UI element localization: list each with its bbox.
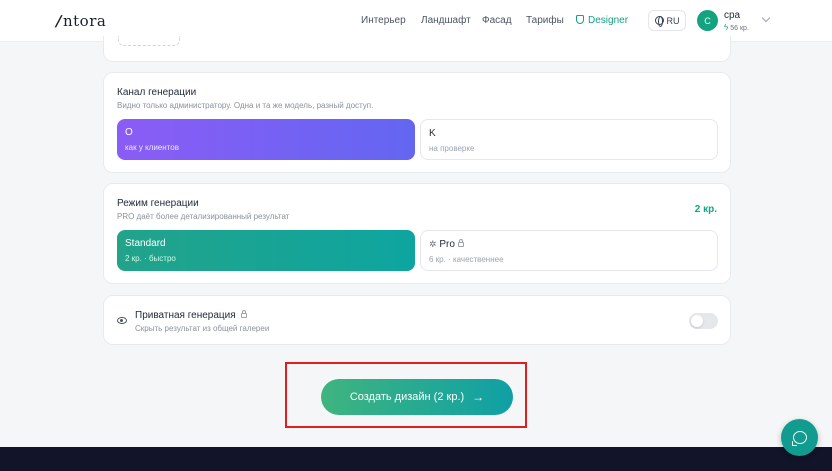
channel-option-o[interactable]: O как у клиентов xyxy=(117,119,415,160)
logo-text: ntora xyxy=(62,12,107,30)
channel-option-sub: как у клиентов xyxy=(125,143,179,152)
globe-icon xyxy=(654,16,664,27)
create-design-button[interactable]: Создать дизайн (2 кр.) → xyxy=(321,379,513,415)
private-card: Приватная генерация Скрыть результат из … xyxy=(103,295,731,345)
chat-bubble-icon xyxy=(791,431,807,446)
mode-price: 2 кр. xyxy=(694,204,717,215)
mode-option-pro[interactable]: ✲ Pro 6 кр. · качественнее xyxy=(420,230,718,271)
mode-option-title: Pro xyxy=(439,239,455,250)
avatar[interactable]: C xyxy=(697,10,718,31)
private-title: Приватная генерация xyxy=(135,310,236,321)
channel-option-title: O xyxy=(125,127,133,138)
private-subtitle: Скрыть результат из общей галереи xyxy=(135,324,270,333)
lightning-icon: ϟ xyxy=(724,23,729,32)
footer xyxy=(0,447,832,471)
mode-option-title-row: ✲ Pro xyxy=(429,239,709,250)
logo[interactable]: /ntora xyxy=(54,12,107,30)
mode-option-sub: 2 кр. · быстро xyxy=(125,254,176,263)
channel-title: Канал генерации xyxy=(117,87,197,98)
channel-option-k[interactable]: K на проверке xyxy=(420,119,718,160)
nav-facade[interactable]: Фасад xyxy=(482,15,512,26)
channel-option-title: K xyxy=(429,128,436,139)
nav-pricing[interactable]: Тарифы xyxy=(526,15,564,26)
lock-icon xyxy=(457,239,464,247)
mode-option-standard[interactable]: Standard 2 кр. · быстро xyxy=(117,230,415,271)
credits-value: 56 кр. xyxy=(730,25,749,32)
language-selector[interactable]: RU xyxy=(648,10,686,31)
dashed-placeholder xyxy=(118,36,180,46)
credits-balance: ϟ 56 кр. xyxy=(724,23,749,32)
lock-icon xyxy=(240,310,247,318)
mode-option-sub: 6 кр. · качественнее xyxy=(429,255,504,264)
mode-subtitle: PRO даёт более детализированный результа… xyxy=(117,212,290,221)
channel-option-sub: на проверке xyxy=(429,144,475,153)
nav-landscape[interactable]: Ландшафт xyxy=(421,15,471,26)
channel-card: Канал генерации Видно только администрат… xyxy=(103,72,731,173)
toggle-knob xyxy=(691,315,703,327)
shield-icon xyxy=(576,15,584,24)
previous-card xyxy=(103,36,731,62)
chat-button[interactable] xyxy=(781,419,818,456)
language-label: RU xyxy=(666,15,680,26)
nav-interior[interactable]: Интерьер xyxy=(361,15,406,26)
channel-subtitle: Видно только администратору. Одна и та ж… xyxy=(117,101,374,110)
create-design-label: Создать дизайн (2 кр.) xyxy=(349,391,465,403)
mode-title: Режим генерации xyxy=(117,198,199,209)
username[interactable]: cpa xyxy=(724,10,740,21)
mode-card: Режим генерации PRO даёт более детализир… xyxy=(103,183,731,284)
mode-option-title: Standard xyxy=(125,238,166,249)
private-title-row: Приватная генерация xyxy=(135,310,247,321)
nav-designer[interactable]: Designer xyxy=(576,15,628,26)
eye-icon xyxy=(117,317,127,324)
nav-designer-label: Designer xyxy=(588,15,629,26)
private-toggle[interactable] xyxy=(689,313,718,329)
chevron-down-icon[interactable] xyxy=(761,13,771,23)
sparkle-icon: ✲ xyxy=(429,239,437,249)
arrow-right-icon: → xyxy=(472,390,485,404)
